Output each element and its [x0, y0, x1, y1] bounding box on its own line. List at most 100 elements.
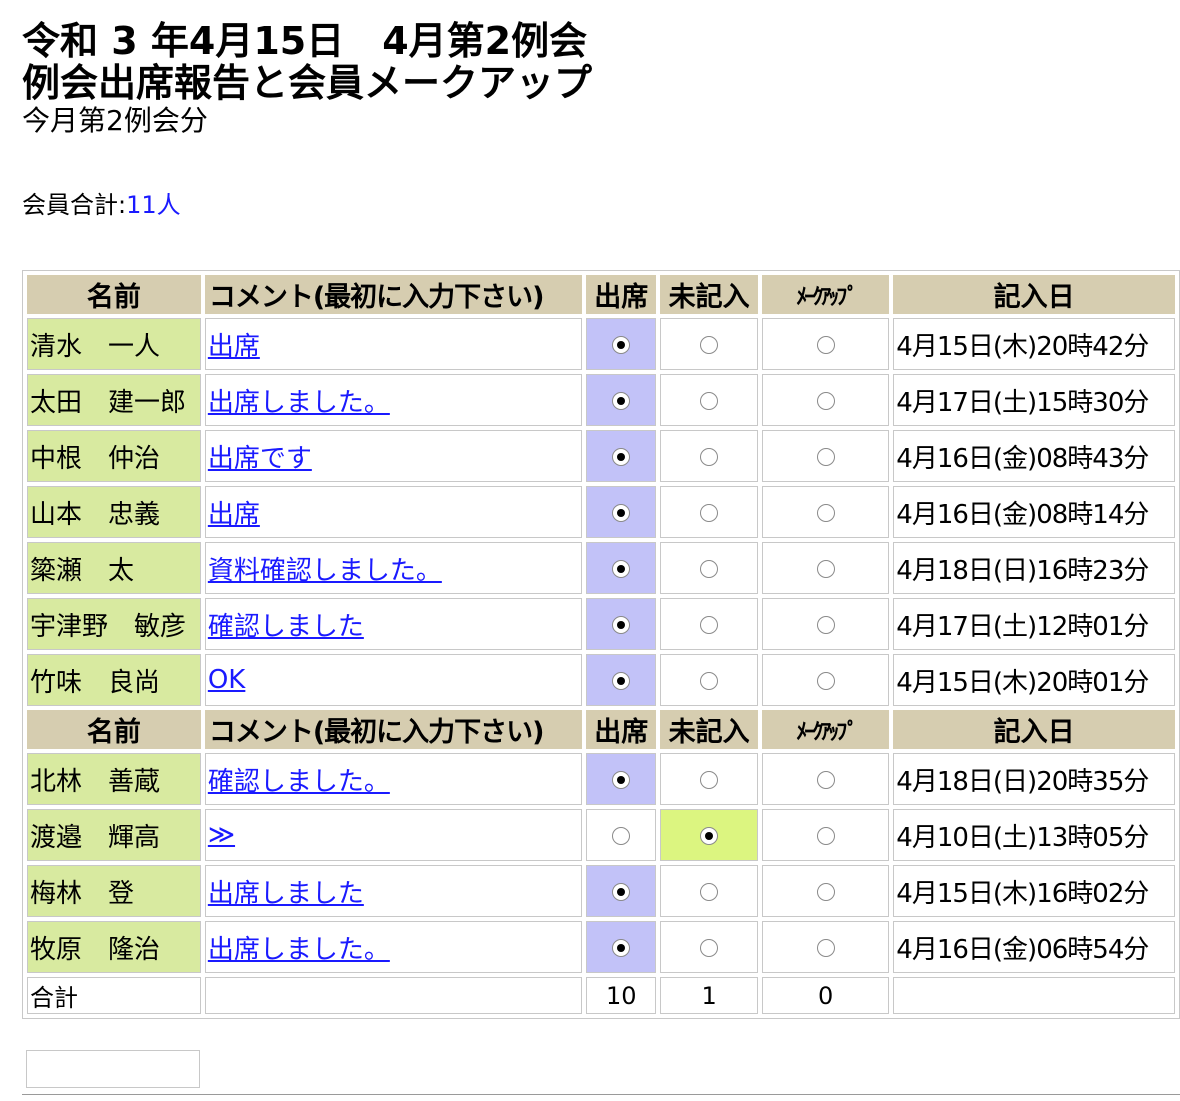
comment-link[interactable]: 出席しました。: [208, 935, 390, 965]
makeup-radio[interactable]: [816, 770, 835, 789]
table-row: 牧原 隆治 出席しました。 4月16日(金)06時54分: [27, 921, 1175, 973]
table-row: 北林 善蔵 確認しました。 4月18日(日)20時35分: [27, 753, 1175, 805]
none-radio[interactable]: [700, 559, 719, 578]
totals-row: 合計 10 1 0: [27, 977, 1175, 1014]
attend-radio[interactable]: [612, 503, 631, 522]
comment-cell: 出席: [204, 318, 583, 370]
none-cell: [660, 753, 759, 805]
none-radio[interactable]: [700, 447, 719, 466]
comment-link[interactable]: 確認しました。: [208, 767, 390, 797]
attend-radio[interactable]: [612, 615, 631, 634]
makeup-radio[interactable]: [816, 615, 835, 634]
comment-cell: 出席しました。: [204, 374, 583, 426]
attendance-table: 名前 コメント(最初に入力下さい) 出席 未記入 ﾒｰｸｱｯﾌﾟ 記入日 清水 一人 出席 4月…: [22, 270, 1180, 1019]
totals-comment: [204, 977, 583, 1014]
attend-radio[interactable]: [612, 335, 631, 354]
comment-cell: ≫: [204, 809, 583, 861]
attend-radio[interactable]: [612, 770, 631, 789]
member-name: 牧原 隆治: [27, 921, 201, 973]
makeup-cell: [762, 542, 890, 594]
attend-radio[interactable]: [612, 559, 631, 578]
attend-cell: [586, 865, 657, 917]
header-attend: 出席: [586, 710, 657, 749]
attend-cell: [586, 753, 657, 805]
page-title-date: 令和 3 年4月15日 4月第2例会: [22, 19, 588, 63]
makeup-cell: [762, 654, 890, 706]
comment-cell: 出席です: [204, 430, 583, 482]
makeup-radio[interactable]: [816, 671, 835, 690]
makeup-radio[interactable]: [816, 826, 835, 845]
makeup-cell: [762, 374, 890, 426]
makeup-radio[interactable]: [816, 559, 835, 578]
none-radio[interactable]: [700, 391, 719, 410]
attend-radio[interactable]: [612, 826, 631, 845]
comment-cell: OK: [204, 654, 583, 706]
attend-cell: [586, 542, 657, 594]
makeup-radio[interactable]: [816, 335, 835, 354]
empty-box: [26, 1050, 200, 1088]
makeup-cell: [762, 318, 890, 370]
makeup-cell: [762, 598, 890, 650]
header-comment: コメント(最初に入力下さい): [204, 275, 583, 314]
totals-attend: 10: [586, 977, 657, 1014]
attend-radio[interactable]: [612, 391, 631, 410]
makeup-cell: [762, 865, 890, 917]
member-name: 宇津野 敏彦: [27, 598, 201, 650]
comment-link[interactable]: 出席: [208, 332, 260, 362]
totals-date: [893, 977, 1175, 1014]
entry-date: 4月18日(日)20時35分: [893, 753, 1175, 805]
comment-link[interactable]: OK: [208, 665, 246, 695]
comment-cell: 確認しました。: [204, 753, 583, 805]
makeup-radio[interactable]: [816, 882, 835, 901]
header-name: 名前: [27, 275, 201, 314]
entry-date: 4月16日(金)08時14分: [893, 486, 1175, 538]
none-cell: [660, 809, 759, 861]
header-date: 記入日: [893, 275, 1175, 314]
entry-date: 4月15日(木)16時02分: [893, 865, 1175, 917]
none-radio[interactable]: [700, 335, 719, 354]
header-comment: コメント(最初に入力下さい): [204, 710, 583, 749]
member-total-label: 会員合計:: [22, 191, 127, 219]
none-radio[interactable]: [700, 882, 719, 901]
comment-link[interactable]: 資料確認しました。: [208, 556, 442, 586]
attend-cell: [586, 374, 657, 426]
attend-radio[interactable]: [612, 882, 631, 901]
header-makeup: ﾒｰｸｱｯﾌﾟ: [762, 710, 890, 749]
none-radio[interactable]: [700, 770, 719, 789]
makeup-radio[interactable]: [816, 391, 835, 410]
comment-link[interactable]: 出席しました。: [208, 388, 390, 418]
none-radio[interactable]: [700, 615, 719, 634]
entry-date: 4月17日(土)15時30分: [893, 374, 1175, 426]
attend-radio[interactable]: [612, 671, 631, 690]
none-radio[interactable]: [700, 826, 719, 845]
none-radio[interactable]: [700, 503, 719, 522]
comment-link[interactable]: ≫: [208, 820, 235, 850]
member-name: 中根 仲治: [27, 430, 201, 482]
none-radio[interactable]: [700, 938, 719, 957]
none-cell: [660, 598, 759, 650]
member-name: 梅林 登: [27, 865, 201, 917]
none-radio[interactable]: [700, 671, 719, 690]
member-name: 北林 善蔵: [27, 753, 201, 805]
makeup-radio[interactable]: [816, 447, 835, 466]
makeup-radio[interactable]: [816, 503, 835, 522]
comment-link[interactable]: 出席しました: [208, 879, 364, 909]
attend-radio[interactable]: [612, 938, 631, 957]
makeup-radio[interactable]: [816, 938, 835, 957]
comment-link[interactable]: 出席: [208, 500, 260, 530]
comment-link[interactable]: 確認しました: [208, 612, 364, 642]
entry-date: 4月10日(土)13時05分: [893, 809, 1175, 861]
attend-cell: [586, 486, 657, 538]
table-header-row: 名前 コメント(最初に入力下さい) 出席 未記入 ﾒｰｸｱｯﾌﾟ 記入日: [27, 275, 1175, 314]
attend-radio[interactable]: [612, 447, 631, 466]
comment-cell: 出席しました: [204, 865, 583, 917]
entry-date: 4月16日(金)08時43分: [893, 430, 1175, 482]
comment-link[interactable]: 出席です: [208, 444, 312, 474]
member-name: 簗瀬 太: [27, 542, 201, 594]
header-name: 名前: [27, 710, 201, 749]
table-row: 山本 忠義 出席 4月16日(金)08時14分: [27, 486, 1175, 538]
member-name: 太田 建一郎: [27, 374, 201, 426]
member-name: 竹味 良尚: [27, 654, 201, 706]
attend-cell: [586, 921, 657, 973]
totals-makeup: 0: [762, 977, 890, 1014]
